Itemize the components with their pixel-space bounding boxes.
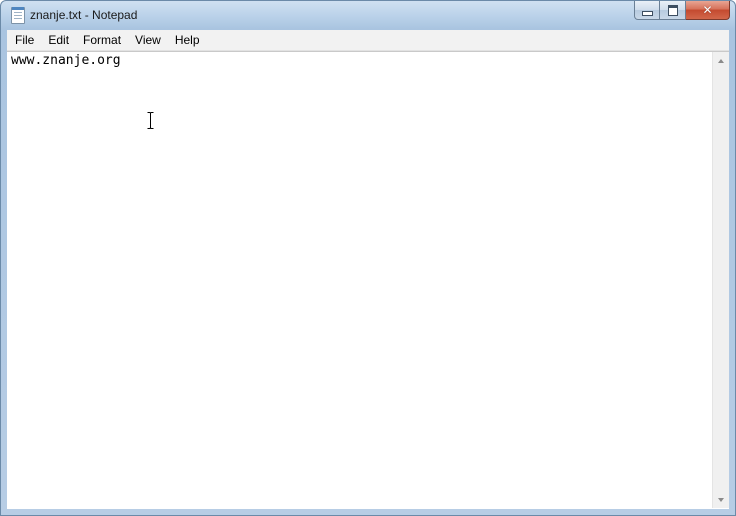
close-button[interactable]: ✕ <box>686 1 730 20</box>
menu-format[interactable]: Format <box>76 30 128 50</box>
scroll-up-button[interactable] <box>713 52 729 69</box>
close-icon: ✕ <box>702 3 713 17</box>
scroll-down-button[interactable] <box>713 491 729 508</box>
minimize-icon <box>641 11 653 16</box>
text-editor-area[interactable]: www.znanje.org <box>7 52 712 508</box>
menu-edit[interactable]: Edit <box>41 30 76 50</box>
notepad-document-icon[interactable] <box>11 7 25 24</box>
menu-view[interactable]: View <box>128 30 168 50</box>
vertical-scrollbar[interactable] <box>712 52 729 508</box>
text-cursor-icon <box>147 112 154 129</box>
scroll-track[interactable] <box>713 69 729 491</box>
maximize-button[interactable] <box>660 1 686 20</box>
minimize-button[interactable] <box>634 1 660 20</box>
menu-file[interactable]: File <box>7 30 41 50</box>
caption-buttons: ✕ <box>634 1 730 21</box>
document-text: www.znanje.org <box>11 53 121 68</box>
editor-pane: www.znanje.org <box>7 51 729 509</box>
menu-help[interactable]: Help <box>168 30 207 50</box>
scroll-down-arrow-icon <box>718 497 724 502</box>
scroll-up-arrow-icon <box>718 58 724 63</box>
menu-bar: File Edit Format View Help <box>7 30 729 51</box>
notepad-window: znanje.txt - Notepad ✕ File Edit Format … <box>0 0 736 516</box>
title-bar[interactable]: znanje.txt - Notepad ✕ <box>1 1 735 30</box>
window-title: znanje.txt - Notepad <box>30 8 138 22</box>
maximize-icon <box>667 4 678 16</box>
